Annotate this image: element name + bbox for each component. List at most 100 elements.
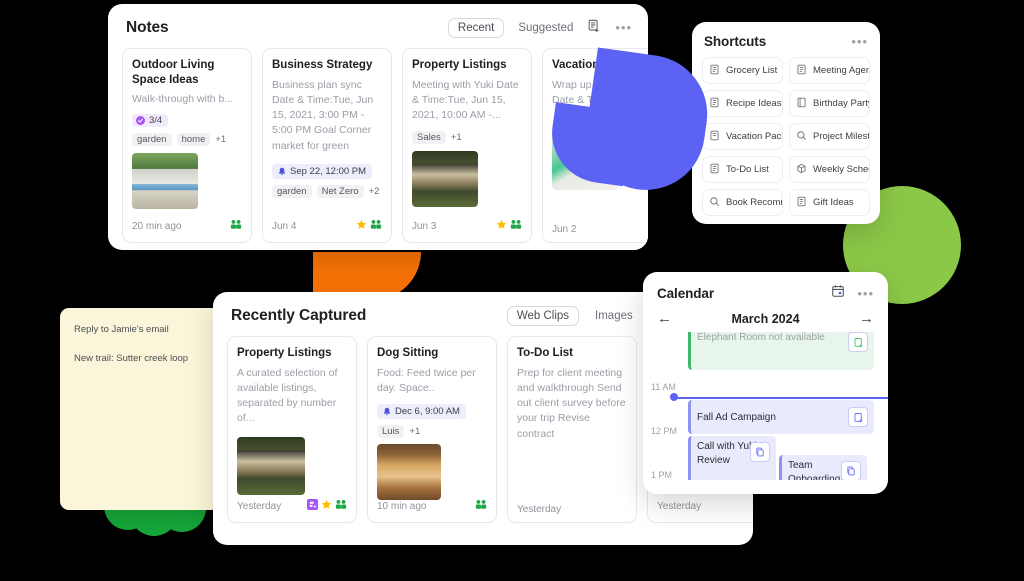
notes-more-icon[interactable]: ••• (615, 21, 632, 34)
note-card[interactable]: Property Listings Meeting with Yuki Date… (402, 48, 532, 243)
calendar-time-label: 12 PM (651, 426, 678, 436)
note-icon (796, 64, 807, 78)
calendar-prev-button[interactable]: ← (657, 311, 672, 326)
event-copy-icon[interactable] (841, 461, 861, 480)
shortcuts-title: Shortcuts (704, 34, 767, 49)
shortcut-label: Project Milestone (813, 131, 870, 142)
note-card[interactable]: Outdoor Living Space Ideas Walk-through … (122, 48, 252, 243)
event-note-icon[interactable] (848, 332, 868, 352)
notes-tab-suggested[interactable]: Suggested (518, 22, 573, 34)
shortcut-label: Weekly Schedule (813, 164, 869, 175)
calendar-time-label: 1 PM (651, 470, 673, 480)
shortcut-label: Birthday Party... (813, 98, 869, 109)
note-tag-row: garden home +1 (132, 132, 242, 146)
shortcut-item[interactable]: Meeting Agenda (789, 57, 870, 84)
shared-people-icon (230, 217, 242, 235)
captured-timestamp: Yesterday (657, 500, 702, 512)
canvas: Notes Recent Suggested ••• Outdoor Livin… (0, 0, 1024, 581)
captured-footer: 10 min ago (377, 497, 487, 515)
note-footer: 20 min ago (132, 217, 242, 235)
sticky-note[interactable]: Reply to Jamie's email New trail: Sutter… (60, 308, 220, 510)
tag-chip[interactable]: garden (132, 132, 172, 146)
bell-icon (278, 167, 286, 175)
note-alarm-row: Sep 22, 12:00 PM (272, 163, 382, 179)
shortcuts-header: Shortcuts ••• (692, 22, 880, 57)
shortcut-item[interactable]: Weekly Schedule (789, 156, 870, 183)
shortcuts-more-icon[interactable]: ••• (851, 35, 868, 48)
alarm-text: Dec 6, 9:00 AM (395, 406, 460, 418)
calendar-event-title: Elephant Room not available (697, 332, 825, 343)
calendar-event[interactable]: Elephant Room not available (688, 332, 874, 370)
captured-card[interactable]: Property Listings A curated selection of… (227, 336, 357, 523)
calendar-add-icon[interactable] (831, 284, 845, 303)
shared-people-icon (335, 497, 347, 515)
shortcut-item[interactable]: Grocery List (702, 57, 783, 84)
captured-card[interactable]: To-Do List Prep for client meeting and w… (507, 336, 637, 523)
shortcut-item[interactable]: Birthday Party... (789, 90, 870, 117)
shortcut-item[interactable]: Vacation Packin... (702, 123, 783, 150)
note-card[interactable]: Business Strategy Business plan sync Dat… (262, 48, 392, 243)
calendar-event[interactable]: Team Onboarding call (779, 455, 867, 480)
shared-people-icon (475, 497, 487, 515)
shortcut-label: Book Recomme... (726, 197, 782, 208)
calendar-event[interactable]: Fall Ad Campaign (688, 400, 874, 434)
note-body: Walk-through with b... (132, 93, 234, 106)
shortcut-label: Vacation Packin... (726, 131, 782, 142)
shared-people-icon (510, 217, 522, 235)
captured-thumbnail (377, 444, 441, 501)
notes-tab-recent[interactable]: Recent (447, 18, 505, 38)
shortcut-label: To-Do List (726, 164, 769, 175)
note-footer: Jun 4 (272, 217, 382, 235)
event-copy-icon[interactable] (750, 442, 770, 462)
tag-more[interactable]: +1 (409, 426, 420, 437)
tag-chip[interactable]: home (176, 132, 211, 146)
note-body: Business plan sync Date & Time:Tue, Jun … (272, 78, 374, 152)
tag-more[interactable]: +2 (369, 186, 380, 197)
tab-web-clips[interactable]: Web Clips (506, 306, 580, 326)
captured-timestamp: Yesterday (517, 504, 562, 515)
progress-text: 3/4 (149, 114, 163, 126)
progress-chip: 3/4 (132, 113, 169, 127)
event-note-icon[interactable] (848, 407, 868, 427)
shortcut-item[interactable]: Gift Ideas (789, 189, 870, 216)
captured-body: A curated selection of available listing… (237, 366, 338, 425)
captured-thumbnail (237, 436, 305, 495)
check-circle-icon (136, 115, 145, 125)
shortcut-item[interactable]: Recipe Ideas (702, 90, 783, 117)
note-timestamp: 20 min ago (132, 220, 182, 232)
shortcut-item[interactable]: Project Milestone (789, 123, 870, 150)
calendar-event[interactable]: Call with Yuki: Review (688, 436, 776, 480)
calendar-title: Calendar (657, 286, 714, 301)
tag-chip[interactable]: garden (272, 184, 312, 198)
notes-title: Notes (126, 19, 169, 36)
new-note-icon[interactable] (587, 19, 601, 38)
note-progress-row: 3/4 (132, 113, 242, 127)
tag-chip[interactable]: Net Zero (316, 184, 364, 198)
calendar-next-button[interactable]: → (859, 311, 874, 326)
tab-images[interactable]: Images (595, 310, 633, 322)
captured-body: Prep for client meeting and walkthrough … (517, 366, 626, 440)
shortcut-item[interactable]: To-Do List (702, 156, 783, 183)
note-footer: Jun 2 (552, 224, 648, 235)
tag-chip[interactable]: Luis (377, 425, 405, 439)
captured-alarm-row: Dec 6, 9:00 AM (377, 404, 487, 420)
current-time-dot (670, 393, 678, 401)
cube-icon (796, 163, 807, 177)
shortcut-item[interactable]: Book Recomme... (702, 189, 783, 216)
tag-more[interactable]: +1 (451, 132, 462, 143)
tag-more[interactable]: +1 (215, 134, 226, 145)
shortcut-label: Grocery List (726, 65, 778, 76)
calendar-more-icon[interactable]: ••• (857, 287, 874, 300)
shortcuts-panel: Shortcuts ••• Grocery List Meeting Agend… (692, 22, 880, 224)
star-icon (496, 217, 507, 235)
note-icon (709, 97, 720, 111)
alarm-chip[interactable]: Sep 22, 12:00 PM (272, 163, 373, 179)
tag-chip[interactable]: Sales (412, 131, 446, 145)
note-icon (709, 130, 720, 144)
captured-footer: Yesterday (657, 497, 753, 515)
shortcut-label: Gift Ideas (813, 197, 854, 208)
alarm-chip[interactable]: Dec 6, 9:00 AM (377, 404, 466, 420)
star-icon (321, 497, 332, 515)
captured-card[interactable]: Dog Sitting Food: Feed twice per day. Sp… (367, 336, 497, 523)
captured-title: To-Do List (517, 347, 573, 359)
